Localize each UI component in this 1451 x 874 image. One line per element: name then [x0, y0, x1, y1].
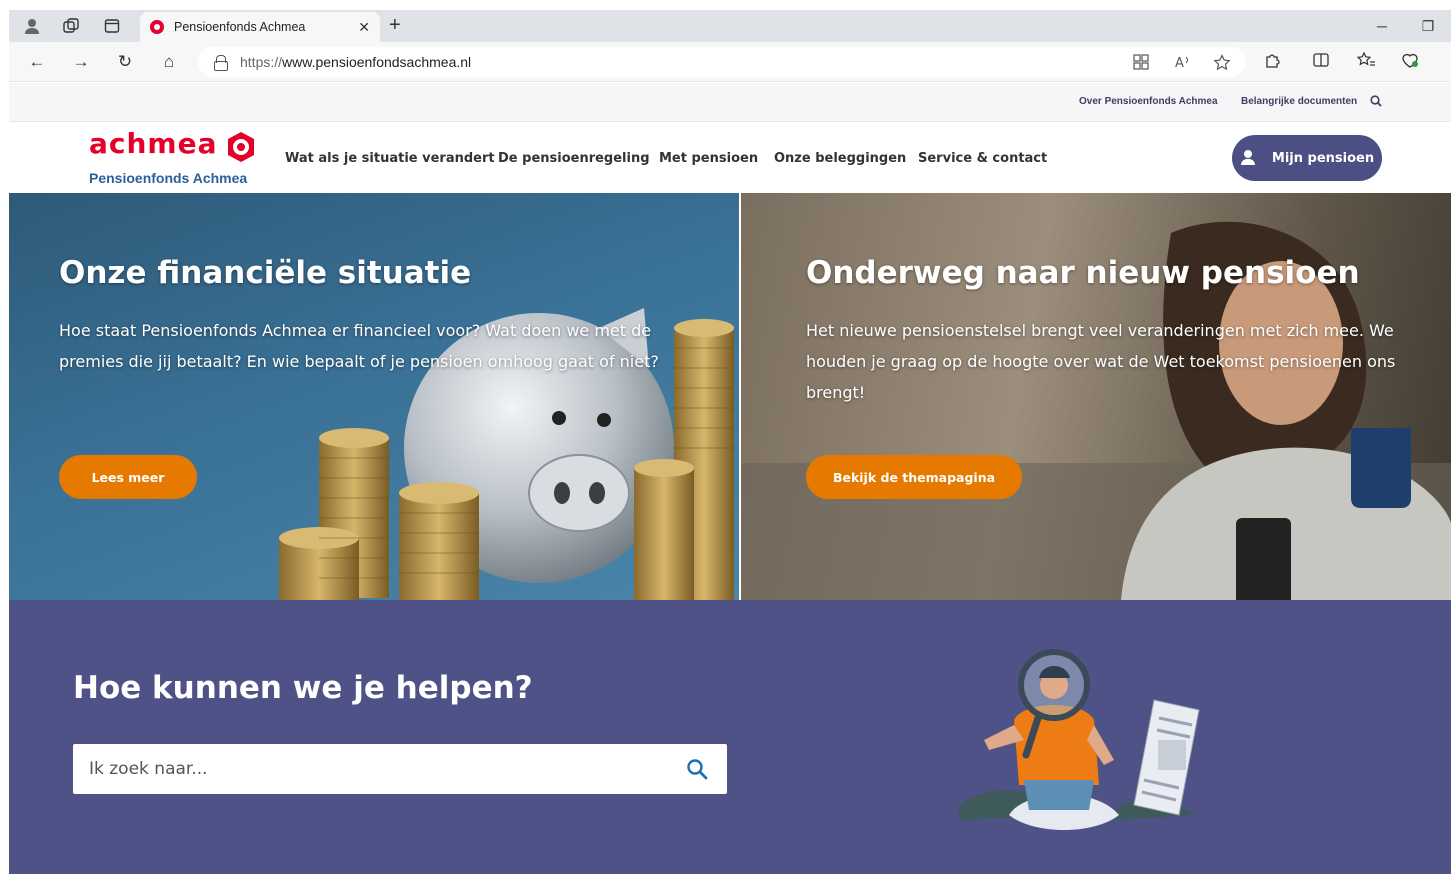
close-tab-icon[interactable]: ✕ [358, 19, 370, 36]
main-navigation: achmea Pensioenfonds Achmea Wat als je s… [9, 122, 1451, 193]
logo-wordmark: achmea [89, 127, 218, 160]
hero-left-text: Hoe staat Pensioenfonds Achmea er financ… [59, 321, 659, 371]
hero-nieuw-pensioen: Onderweg naar nieuw pensioen Het nieuwe … [741, 193, 1451, 600]
link-over-pensioenfonds[interactable]: Over Pensioenfonds Achmea [1079, 96, 1218, 107]
help-section: Hoe kunnen we je helpen? [9, 600, 1451, 874]
utility-bar: Over Pensioenfonds Achmea Belangrijke do… [9, 83, 1451, 122]
help-title: Hoe kunnen we je helpen? [73, 670, 533, 706]
bekijk-themapagina-button[interactable]: Bekijk de themapagina [806, 455, 1022, 499]
link-belangrijke-documenten[interactable]: Belangrijke documenten [1241, 96, 1357, 107]
user-icon [1240, 150, 1256, 166]
logo-subtitle: Pensioenfonds Achmea [89, 170, 248, 186]
home-icon[interactable]: ⌂ [158, 51, 180, 73]
profile-icon[interactable] [22, 16, 42, 36]
search-icon[interactable] [1370, 95, 1382, 107]
nav-service-contact[interactable]: Service & contact [918, 151, 1047, 166]
achmea-logo-icon [228, 132, 254, 162]
restore-button[interactable]: ❐ [1405, 18, 1451, 35]
tab-bar: Pensioenfonds Achmea ✕ + ─ ❐ [9, 10, 1451, 42]
new-tab-button[interactable]: + [389, 14, 401, 37]
forward-icon[interactable]: → [70, 51, 92, 73]
browser-essentials-icon[interactable] [1400, 51, 1420, 74]
nav-met-pensioen[interactable]: Met pensioen [659, 151, 758, 166]
tab-pensioenfonds[interactable]: Pensioenfonds Achmea ✕ [140, 12, 380, 42]
url-text: https://www.pensioenfondsachmea.nl [240, 54, 471, 70]
svg-text:A: A [1175, 56, 1184, 70]
favorites-icon[interactable] [1356, 51, 1376, 74]
hero-left-title: Onze financiële situatie [59, 255, 472, 291]
mijn-pensioen-button[interactable]: Mijn pensioen [1232, 135, 1382, 181]
extensions-icon[interactable] [1264, 51, 1282, 74]
read-aloud-icon[interactable]: A [1175, 54, 1193, 73]
mijn-pensioen-label: Mijn pensioen [1271, 150, 1375, 166]
split-screen-icon[interactable] [1312, 51, 1330, 74]
achmea-favicon-icon [150, 20, 164, 34]
workspaces-icon[interactable] [61, 16, 81, 36]
search-icon[interactable] [685, 757, 709, 781]
tab-actions-icon[interactable] [102, 16, 122, 36]
minimize-button[interactable]: ─ [1359, 18, 1405, 34]
back-icon[interactable]: ← [26, 51, 48, 73]
browser-window: Pensioenfonds Achmea ✕ + ─ ❐ ← → ↻ ⌂ htt… [9, 10, 1451, 874]
lees-meer-button[interactable]: Lees meer [59, 455, 197, 499]
url-field[interactable]: https://www.pensioenfondsachmea.nl A [198, 47, 1246, 77]
nav-wat-als[interactable]: Wat als je situatie verandert [285, 151, 495, 166]
hero-right-text: Het nieuwe pensioenstelsel brengt veel v… [806, 321, 1396, 402]
nav-onze-beleggingen[interactable]: Onze beleggingen [774, 151, 906, 166]
nav-pensioenregeling[interactable]: De pensioenregeling [498, 151, 650, 166]
search-box [73, 744, 727, 794]
favorite-star-icon[interactable] [1213, 54, 1231, 76]
window-controls: ─ ❐ [1359, 10, 1451, 42]
address-bar-row: ← → ↻ ⌂ https://www.pensioenfondsachmea.… [9, 42, 1451, 82]
hero-right-title: Onderweg naar nieuw pensioen [806, 255, 1360, 291]
url-scheme: https:// [240, 54, 283, 70]
hero-financiele-situatie: Onze financiële situatie Hoe staat Pensi… [9, 193, 739, 600]
search-input[interactable] [73, 744, 673, 794]
magnifier-person-illustration [959, 649, 1200, 830]
reload-icon[interactable]: ↻ [114, 51, 136, 73]
app-available-icon[interactable] [1133, 54, 1149, 74]
tab-title: Pensioenfonds Achmea [174, 20, 306, 34]
lock-icon[interactable] [214, 55, 228, 71]
url-host: www.pensioenfondsachmea.nl [282, 54, 472, 70]
